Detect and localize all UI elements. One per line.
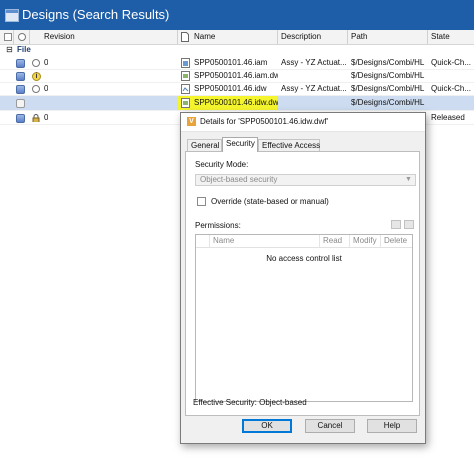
override-checkbox[interactable] bbox=[197, 197, 206, 206]
drawing-file-icon bbox=[181, 84, 190, 94]
perm-col-name[interactable]: Name bbox=[209, 235, 319, 247]
header-state[interactable]: State bbox=[428, 30, 474, 44]
row-name: SPP0500101.46.idw.dwf bbox=[194, 98, 278, 107]
row-revision: 0 bbox=[44, 58, 49, 67]
perm-col-modify[interactable]: Modify bbox=[349, 235, 380, 247]
row-revision: 0 bbox=[44, 84, 49, 93]
status-column-icon bbox=[18, 33, 26, 41]
table-row[interactable]: i SPP0500101.46.iam.dwf $/Designs/Combi/… bbox=[0, 70, 474, 83]
override-label: Override (state-based or manual) bbox=[211, 197, 329, 206]
header-name[interactable]: Name bbox=[178, 30, 278, 44]
header-name-label: Name bbox=[194, 32, 216, 41]
row-path: $/Designs/Combi/HL bbox=[351, 84, 425, 93]
permissions-list[interactable]: Name Read Modify Delete No access contro… bbox=[195, 234, 413, 402]
header-path[interactable]: Path bbox=[348, 30, 428, 44]
window-titlebar: Designs (Search Results) bbox=[0, 0, 474, 30]
file-status-icon bbox=[16, 99, 25, 108]
row-state bbox=[431, 97, 474, 109]
row-state: Released bbox=[431, 113, 465, 122]
dialog-title: Details for 'SPP0500101.46.idw.dwf' bbox=[200, 117, 329, 126]
table-row-selected[interactable]: SPP0500101.46.idw.dwf $/Designs/Combi/HL bbox=[0, 96, 474, 111]
table-row[interactable]: 0 SPP0500101.46.idw Assy - YZ Actuat... … bbox=[0, 83, 474, 96]
header-select-all[interactable] bbox=[0, 30, 14, 44]
row-state: Quick-Ch... bbox=[431, 84, 472, 93]
row-path: $/Designs/Combi/HL bbox=[351, 71, 425, 80]
column-header: Revision Name Description Path State bbox=[0, 30, 474, 45]
permissions-header: Name Read Modify Delete bbox=[196, 235, 412, 248]
chevron-down-icon: ▼ bbox=[405, 176, 412, 183]
info-icon: i bbox=[32, 72, 41, 81]
row-description: Assy - YZ Actuat... bbox=[281, 84, 347, 93]
permissions-label: Permissions: bbox=[195, 221, 241, 230]
details-dialog: V Details for 'SPP0500101.46.idw.dwf' Ge… bbox=[180, 112, 426, 444]
row-path: $/Designs/Combi/HL bbox=[351, 58, 425, 67]
revision-status-icon bbox=[32, 85, 40, 93]
security-mode-label: Security Mode: bbox=[195, 160, 249, 169]
row-description bbox=[281, 97, 347, 109]
row-name: SPP0500101.46.idw bbox=[194, 84, 267, 93]
collapse-icon[interactable]: ⊟ bbox=[6, 44, 13, 55]
remove-permission-icon[interactable] bbox=[404, 220, 414, 229]
tab-security[interactable]: Security bbox=[222, 137, 258, 152]
vault-icon: V bbox=[187, 117, 196, 126]
file-status-icon bbox=[16, 85, 25, 94]
row-revision: 0 bbox=[44, 113, 49, 122]
row-name: SPP0500101.46.iam bbox=[194, 58, 268, 67]
header-status[interactable] bbox=[14, 30, 30, 44]
row-path: $/Designs/Combi/HL bbox=[351, 98, 425, 107]
group-label: File bbox=[17, 45, 31, 54]
window-title: Designs (Search Results) bbox=[22, 7, 170, 22]
lock-icon bbox=[32, 114, 40, 122]
window-icon bbox=[5, 9, 19, 22]
dialog-titlebar: V Details for 'SPP0500101.46.idw.dwf' bbox=[181, 113, 425, 132]
header-description[interactable]: Description bbox=[278, 30, 348, 44]
assembly-file-icon bbox=[181, 58, 190, 68]
header-revision[interactable]: Revision bbox=[30, 30, 178, 44]
dwf-file-icon bbox=[181, 98, 190, 108]
security-mode-value: Object-based security bbox=[200, 175, 278, 184]
tab-general[interactable]: General bbox=[187, 139, 222, 151]
row-description: Assy - YZ Actuat... bbox=[281, 58, 347, 67]
perm-col-delete[interactable]: Delete bbox=[380, 235, 412, 247]
row-state bbox=[431, 70, 474, 82]
file-status-icon bbox=[16, 72, 25, 81]
empty-list-message: No access control list bbox=[266, 254, 342, 263]
security-mode-select[interactable]: Object-based security ▼ bbox=[195, 174, 416, 186]
revision-status-icon bbox=[32, 59, 40, 67]
dwf-file-icon bbox=[181, 71, 190, 81]
table-row[interactable]: 0 SPP0500101.46.iam Assy - YZ Actuat... … bbox=[0, 57, 474, 70]
select-all-checkbox[interactable] bbox=[4, 33, 12, 41]
add-permission-icon[interactable] bbox=[391, 220, 401, 229]
row-state: Quick-Ch... bbox=[431, 58, 472, 67]
document-icon bbox=[181, 32, 189, 42]
effective-security-label: Effective Security: Object-based bbox=[193, 398, 307, 407]
group-row-file[interactable]: ⊟ File bbox=[0, 44, 474, 55]
row-name: SPP0500101.46.iam.dwf bbox=[194, 71, 278, 80]
security-panel: Security Mode: Object-based security ▼ O… bbox=[185, 151, 420, 416]
cancel-button[interactable]: Cancel bbox=[305, 419, 355, 433]
help-button[interactable]: Help bbox=[367, 419, 417, 433]
file-status-icon bbox=[16, 114, 25, 123]
row-description bbox=[281, 70, 347, 82]
ok-button[interactable]: OK bbox=[242, 419, 292, 433]
tab-effective-access[interactable]: Effective Access bbox=[258, 139, 320, 151]
file-status-icon bbox=[16, 59, 25, 68]
perm-col-read[interactable]: Read bbox=[319, 235, 349, 247]
